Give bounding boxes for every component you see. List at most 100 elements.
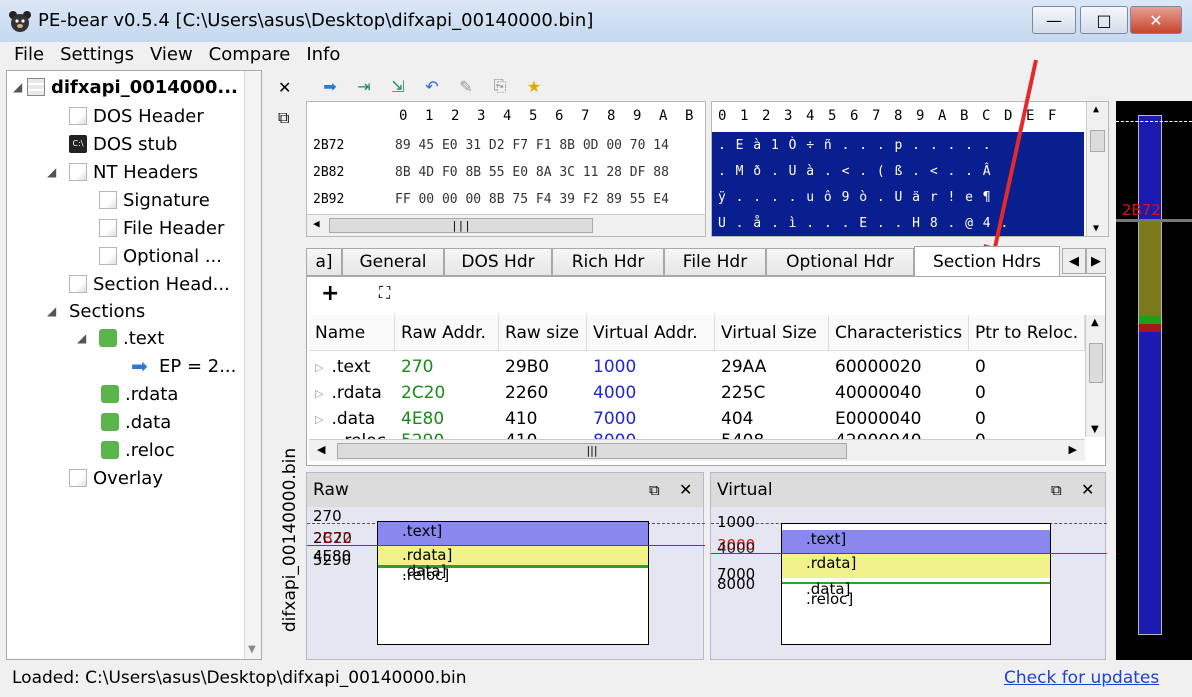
undo-icon[interactable]: ↶ — [422, 76, 442, 96]
tab-general[interactable]: General — [342, 248, 444, 276]
scroll-thumb[interactable] — [1090, 130, 1105, 152]
scroll-thumb[interactable] — [1089, 343, 1103, 383]
float-window-icon[interactable]: ⧉ — [649, 481, 660, 499]
add-section-button[interactable]: + — [321, 281, 339, 306]
close-panel-icon[interactable]: ✕ — [679, 480, 692, 499]
float-window-icon[interactable]: ⧉ — [1051, 481, 1062, 499]
table-row[interactable]: ▷ .rdata — [309, 380, 395, 406]
collapsed-arrow-icon[interactable]: ▷ — [315, 387, 323, 400]
expanded-arrow-icon[interactable]: ◢ — [47, 165, 69, 179]
table-vertical-scrollbar[interactable]: ▲ ▼ — [1085, 315, 1105, 437]
raw-cursor-line — [307, 545, 705, 546]
hex-row-bytes[interactable]: 89 45 E0 31 D2 F7 F1 8B 0D 00 70 14 — [395, 138, 669, 153]
virtual-segment-text[interactable]: .text] — [782, 530, 1050, 554]
tree-item-dos-header[interactable]: DOS Header — [69, 103, 204, 129]
menu-settings[interactable]: Settings — [52, 42, 142, 70]
raw-section-box[interactable]: .text] .rdata] .data] .reloc] — [377, 521, 649, 645]
scroll-left-icon[interactable]: ◀ — [317, 443, 325, 456]
tree-item-label: Section Head... — [93, 273, 230, 295]
tree-item-data[interactable]: .data — [101, 409, 171, 435]
tree-item-rdata[interactable]: .rdata — [101, 381, 178, 407]
hex-row-bytes[interactable]: FF 00 00 00 8B 75 F4 39 F2 89 55 E4 — [395, 192, 669, 207]
close-panel-icon[interactable]: ✕ — [1081, 480, 1094, 499]
tab-dos-hdr[interactable]: DOS Hdr — [444, 248, 552, 276]
menu-file[interactable]: File — [6, 42, 52, 70]
scroll-down-icon[interactable]: ▼ — [248, 644, 256, 655]
tree-item-overlay[interactable]: Overlay — [69, 465, 163, 491]
column-header-characteristics[interactable]: Characteristics — [829, 315, 969, 351]
tab-rich-hdr[interactable]: Rich Hdr — [552, 248, 664, 276]
tree-scrollbar[interactable]: ▼ — [244, 71, 261, 659]
table-row[interactable]: ▷ .data — [309, 406, 395, 432]
check-updates-link[interactable]: Check for updates — [1004, 668, 1159, 688]
tree-item-sections[interactable]: ◢ Sections — [47, 298, 145, 324]
scroll-right-icon[interactable]: ▶ — [1069, 443, 1077, 456]
scroll-thumb[interactable]: ||| — [329, 218, 593, 233]
compare-icon[interactable]: ⎘ — [490, 76, 510, 96]
tree-item-section-headers[interactable]: Section Head... — [69, 271, 230, 297]
goto-arrow-icon[interactable]: ➡ — [320, 76, 340, 96]
virtual-segment-reloc[interactable]: .reloc] — [782, 590, 1050, 608]
hex-row-bytes[interactable]: 8B 4D F0 8B 55 E0 8A 3C 11 28 DF 88 — [395, 165, 669, 180]
tab-clipped[interactable]: a] — [306, 248, 342, 276]
hex-view[interactable]: 0 1 2 3 4 5 6 7 8 9 A B 2B72 89 45 E0 31… — [306, 101, 706, 237]
menu-view[interactable]: View — [142, 42, 201, 70]
expanded-arrow-icon[interactable]: ◢ — [13, 80, 27, 94]
goto-rva-icon[interactable]: ⇥ — [354, 76, 374, 96]
table-horizontal-scrollbar[interactable]: ◀ ||| ▶ — [309, 439, 1085, 461]
collapsed-arrow-icon[interactable]: ▷ — [315, 361, 323, 374]
raw-segment-reloc[interactable]: .reloc] — [378, 566, 648, 584]
tab-optional-hdr[interactable]: Optional Hdr — [766, 248, 914, 276]
scroll-down-icon[interactable]: ▼ — [1091, 424, 1099, 435]
maximize-button[interactable]: □ — [1080, 6, 1128, 34]
expanded-arrow-icon[interactable]: ◢ — [77, 331, 99, 345]
raw-segment-text[interactable]: .text] — [378, 522, 648, 546]
table-row[interactable]: ▷ .text — [309, 354, 395, 380]
collapsed-arrow-icon[interactable]: ▷ — [315, 413, 323, 426]
close-button[interactable]: ✕ — [1130, 6, 1182, 34]
tree-item-root[interactable]: ◢ difxapi_0014000... — [13, 74, 238, 100]
tab-scroll-left-icon[interactable]: ◀ — [1062, 248, 1086, 274]
fit-columns-icon[interactable]: ⛶ — [379, 283, 390, 303]
scroll-up-icon[interactable]: ▲ — [1093, 104, 1099, 115]
hex-horizontal-scrollbar[interactable]: ◀ ||| — [307, 214, 705, 236]
file-overview-map[interactable]: 2B72 — [1116, 101, 1192, 660]
column-header-raw-size[interactable]: Raw size — [499, 315, 587, 351]
virtual-section-box[interactable]: .text] .rdata] .data] .reloc] — [781, 523, 1051, 645]
tree-item-reloc[interactable]: .reloc — [101, 437, 175, 463]
tree-item-text[interactable]: ◢ .text — [77, 325, 164, 351]
tab-file-hdr[interactable]: File Hdr — [664, 248, 766, 276]
export-icon[interactable]: ⇲ — [388, 76, 408, 96]
tab-section-hdrs[interactable]: Section Hdrs — [914, 246, 1060, 277]
expanded-arrow-icon[interactable]: ◢ — [47, 304, 69, 318]
column-header-ptr-to-reloc[interactable]: Ptr to Reloc. — [969, 315, 1085, 351]
float-window-icon[interactable]: ⧉ — [278, 108, 289, 128]
column-header-virtual-addr[interactable]: Virtual Addr. — [587, 315, 715, 351]
tree-item-dos-stub[interactable]: C:\ DOS stub — [69, 131, 177, 157]
minimize-button[interactable]: — — [1032, 6, 1076, 34]
tab-scroll-right-icon[interactable]: ▶ — [1086, 248, 1106, 274]
tree-item-nt-headers[interactable]: ◢ NT Headers — [47, 159, 198, 185]
tree-item-optional-header[interactable]: Optional ... — [99, 243, 222, 269]
column-header-virtual-size[interactable]: Virtual Size — [715, 315, 829, 351]
ascii-selection[interactable]: . E à 1 Ò ÷ ñ . . . p . . . . . . M ð . … — [712, 132, 1084, 236]
menu-info[interactable]: Info — [298, 42, 348, 70]
close-document-icon[interactable]: ✕ — [278, 78, 291, 97]
scroll-thumb[interactable]: ||| — [337, 443, 847, 459]
ascii-view[interactable]: 0 1 2 3 4 5 6 7 8 9 A B C D E F . E à 1 … — [711, 101, 1109, 237]
scroll-down-icon[interactable]: ▼ — [1093, 223, 1099, 234]
scroll-left-icon[interactable]: ◀ — [313, 217, 320, 230]
column-header-name[interactable]: Name — [309, 315, 395, 351]
virtual-segment-rdata[interactable]: .rdata] — [782, 554, 1050, 578]
pin-icon[interactable]: ✎ — [456, 76, 476, 96]
column-header-raw-addr[interactable]: Raw Addr. — [395, 315, 499, 351]
sections-table[interactable]: Name Raw Addr. Raw size Virtual Addr. Vi… — [309, 315, 1085, 440]
overview-bar[interactable] — [1138, 115, 1162, 635]
tree-item-entry-point[interactable]: ➡ EP = 2... — [131, 353, 236, 379]
tree-item-signature[interactable]: Signature — [99, 187, 210, 213]
star-icon[interactable]: ★ — [524, 76, 544, 96]
tree-item-file-header[interactable]: File Header — [99, 215, 224, 241]
ascii-vertical-scrollbar[interactable]: ▲ ▼ — [1086, 102, 1108, 236]
scroll-up-icon[interactable]: ▲ — [1091, 317, 1099, 328]
menu-compare[interactable]: Compare — [201, 42, 299, 70]
